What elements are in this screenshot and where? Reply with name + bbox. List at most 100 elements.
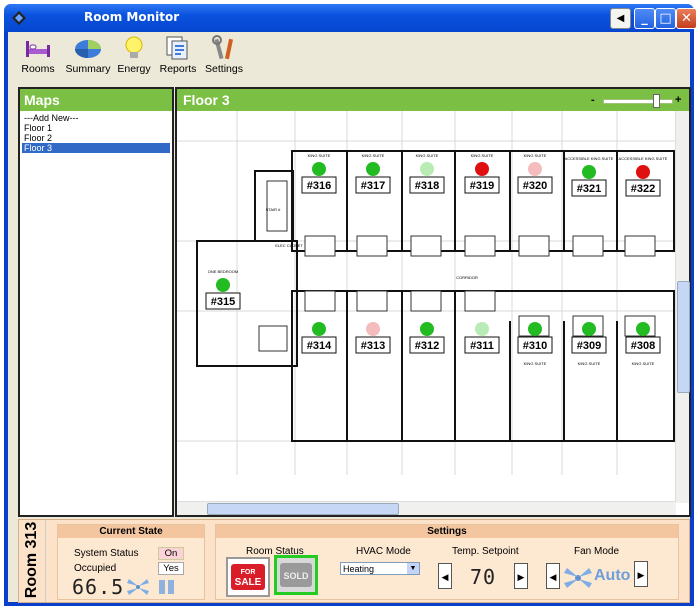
toolbar-rooms-button[interactable]: Rooms bbox=[10, 35, 66, 81]
room-label: #308 bbox=[631, 340, 655, 352]
room-caption: KING SUITE bbox=[578, 361, 601, 366]
sold-button[interactable]: SOLD bbox=[274, 555, 318, 595]
room-label: #322 bbox=[631, 183, 655, 195]
pie-chart-icon bbox=[75, 40, 101, 58]
floor-title: Floor 3 bbox=[183, 92, 230, 108]
corridor-label: ELEC CLOSET bbox=[275, 243, 303, 248]
room-label: #317 bbox=[361, 180, 385, 192]
room-marker[interactable]: #315 ONE BEDROOM bbox=[205, 269, 241, 310]
room-marker[interactable]: #311 bbox=[464, 322, 500, 354]
room-detail-panel: Room 313 Current State System Status On … bbox=[18, 519, 690, 603]
room-label: #318 bbox=[415, 180, 439, 192]
vertical-scroll-thumb[interactable] bbox=[677, 281, 690, 393]
horizontal-scroll-thumb[interactable] bbox=[207, 503, 399, 515]
floor-plan-canvas[interactable]: #316 KING SUITE #317 KING SUITE #318 KING SUI… bbox=[177, 111, 689, 475]
reports-icon bbox=[166, 36, 188, 60]
fan-mode-label: Fan Mode bbox=[574, 546, 620, 557]
room-label: #319 bbox=[470, 180, 494, 192]
room-marker[interactable]: #316 KING SUITE bbox=[301, 153, 337, 194]
for-sale-text-1: FOR bbox=[241, 569, 256, 576]
floor-plan: #316 KING SUITE #317 KING SUITE #318 KING SUI… bbox=[177, 111, 676, 475]
room-status-dot bbox=[636, 165, 650, 179]
room-status-dot bbox=[420, 322, 434, 336]
room-status-dot bbox=[366, 322, 380, 336]
room-status-dot bbox=[582, 322, 596, 336]
room-caption: KING SUITE bbox=[308, 153, 331, 158]
for-sale-button[interactable]: FOR SALE bbox=[226, 557, 270, 597]
room-status-dot bbox=[475, 162, 489, 176]
app-icon bbox=[12, 11, 26, 25]
room-caption: ONE BEDROOM bbox=[208, 269, 238, 274]
room-status-dot bbox=[216, 278, 230, 292]
corridor-label: STAIR # bbox=[266, 207, 282, 212]
horizontal-scrollbar[interactable] bbox=[177, 501, 676, 515]
room-label: #314 bbox=[307, 340, 332, 352]
setpoint-decrease-button[interactable]: ◀ bbox=[438, 563, 452, 589]
floor-header: Floor 3 - + bbox=[177, 89, 689, 111]
maximize-button[interactable]: □ bbox=[655, 8, 676, 29]
fan-mode-value: Auto bbox=[594, 567, 631, 584]
room-label: #316 bbox=[307, 180, 331, 192]
back-button[interactable]: ◀ bbox=[610, 8, 631, 29]
zoom-slider-track[interactable] bbox=[603, 99, 673, 104]
temp-setpoint-label: Temp. Setpoint bbox=[452, 546, 519, 557]
room-marker[interactable]: #321 ACCESSIBLE KING SUITE bbox=[565, 156, 614, 197]
maps-list-item-selected[interactable]: Floor 3 bbox=[22, 143, 170, 153]
room-marker[interactable]: #313 bbox=[355, 322, 391, 354]
fan-mode-next-button[interactable]: ▶ bbox=[634, 561, 648, 587]
sold-text: SOLD bbox=[283, 571, 309, 581]
room-caption: KING SUITE bbox=[362, 153, 385, 158]
maps-list-item[interactable]: Floor 1 bbox=[22, 123, 170, 133]
room-label: #320 bbox=[523, 180, 547, 192]
room-caption: KING SUITE bbox=[416, 153, 439, 158]
pause-icon[interactable] bbox=[158, 579, 176, 595]
room-marker[interactable]: #314 bbox=[301, 322, 337, 354]
room-caption: KING SUITE bbox=[524, 361, 547, 366]
toolbar-label: Settings bbox=[205, 63, 243, 75]
room-title-side: Room 313 bbox=[19, 520, 46, 602]
room-label: #315 bbox=[211, 296, 235, 308]
room-label: #309 bbox=[577, 340, 601, 352]
zoom-out-button[interactable]: - bbox=[591, 89, 595, 111]
room-status-dot bbox=[528, 162, 542, 176]
client-area: Rooms Summary Energy Reports Settings Ma… bbox=[8, 32, 691, 603]
vertical-scrollbar[interactable] bbox=[675, 111, 690, 503]
zoom-in-button[interactable]: + bbox=[675, 89, 681, 111]
settings-group: Settings Room Status FOR SALE SOLD HVAC … bbox=[215, 524, 679, 600]
room-status-dot bbox=[312, 322, 326, 336]
toolbar-settings-button[interactable]: Settings bbox=[196, 35, 252, 81]
maps-panel: Maps ---Add New--- Floor 1 Floor 2 Floor… bbox=[18, 87, 174, 517]
fan-mode-prev-button[interactable]: ◀ bbox=[546, 563, 560, 589]
room-marker[interactable]: #312 bbox=[409, 322, 445, 354]
maps-list[interactable]: ---Add New--- Floor 1 Floor 2 Floor 3 bbox=[20, 111, 172, 155]
room-marker[interactable]: #319 KING SUITE bbox=[464, 153, 500, 194]
room-marker[interactable]: #320 KING SUITE bbox=[517, 153, 553, 194]
maps-list-item[interactable]: Floor 2 bbox=[22, 133, 170, 143]
zoom-slider-thumb[interactable] bbox=[653, 94, 660, 108]
hvac-mode-select[interactable]: Heating ▼ bbox=[340, 562, 420, 575]
temperature-readout: 66.5 bbox=[72, 575, 125, 599]
room-status-dot bbox=[312, 162, 326, 176]
chevron-down-icon[interactable]: ▼ bbox=[407, 563, 419, 574]
for-sale-icon: FOR SALE bbox=[231, 564, 265, 590]
room-marker[interactable]: #322 ACCESSIBLE KING SUITE bbox=[619, 156, 668, 197]
room-caption: KING SUITE bbox=[632, 361, 655, 366]
minimize-button[interactable]: _ bbox=[634, 8, 655, 29]
room-label: #312 bbox=[415, 340, 439, 352]
setpoint-increase-button[interactable]: ▶ bbox=[514, 563, 528, 589]
occupied-value: Yes bbox=[158, 562, 184, 575]
room-label: #321 bbox=[577, 183, 601, 195]
window-title: Room Monitor bbox=[84, 10, 180, 24]
fan-icon bbox=[564, 568, 592, 588]
room-label: #311 bbox=[470, 340, 494, 352]
room-status-dot bbox=[582, 165, 596, 179]
room-caption: ACCESSIBLE KING SUITE bbox=[619, 156, 668, 161]
occupied-label: Occupied bbox=[74, 563, 117, 574]
room-status-dot bbox=[475, 322, 489, 336]
maps-list-item[interactable]: ---Add New--- bbox=[22, 113, 170, 123]
close-button[interactable]: ✕ bbox=[676, 8, 697, 29]
room-marker[interactable]: #318 KING SUITE bbox=[409, 153, 445, 194]
room-caption: ACCESSIBLE KING SUITE bbox=[565, 156, 614, 161]
room-marker[interactable]: #317 KING SUITE bbox=[355, 153, 391, 194]
tools-icon bbox=[212, 35, 234, 60]
